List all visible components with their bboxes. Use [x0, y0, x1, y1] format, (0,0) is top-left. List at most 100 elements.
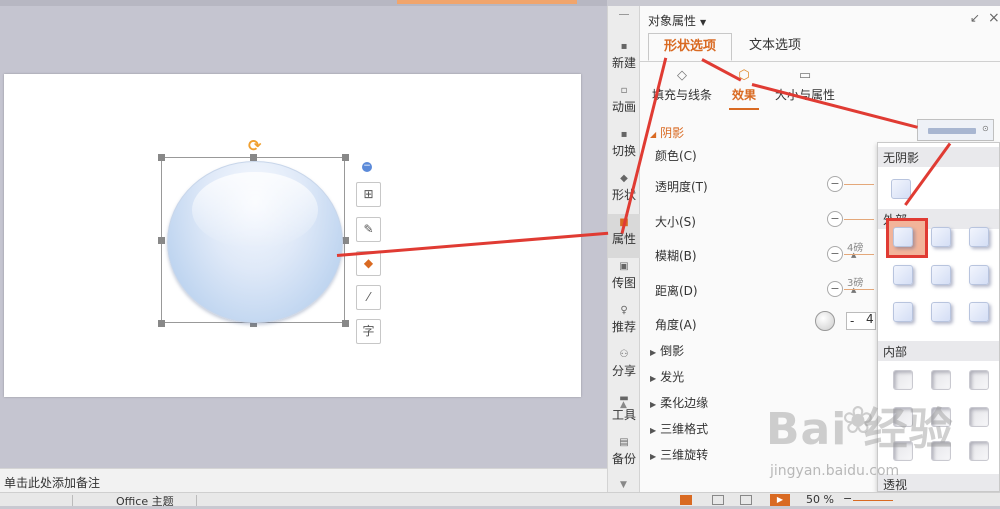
preset-outer-4[interactable]: [893, 265, 913, 285]
status-separator: [196, 495, 197, 506]
preset-outer-1[interactable]: [893, 227, 913, 247]
preset-outer-8[interactable]: [931, 302, 951, 322]
section-shadow[interactable]: ◢ 阴影: [650, 124, 684, 141]
size-minus-button[interactable]: −: [827, 211, 843, 227]
collapse-toolbar-icon[interactable]: −: [362, 162, 372, 172]
angle-dial[interactable]: [815, 311, 835, 331]
active-doc-tab-accent: [397, 0, 577, 4]
tab-shape-options[interactable]: 形状选项: [648, 33, 732, 61]
resize-handle-r[interactable]: [342, 237, 349, 244]
blur-minus-button[interactable]: −: [827, 246, 843, 262]
transition-icon: ▪: [620, 129, 628, 140]
rail-item-share[interactable]: ⚇ 分享: [608, 348, 640, 388]
tab-divider: [640, 61, 1000, 62]
zoom-slider[interactable]: [853, 500, 893, 501]
resize-handle-t[interactable]: [250, 154, 257, 161]
preset-inner-3[interactable]: [969, 370, 989, 390]
rail-scroll-down-icon[interactable]: ▼: [620, 480, 627, 490]
new-icon: ▪: [620, 41, 628, 52]
chevron-down-icon: ▼: [700, 18, 707, 27]
resize-handle-tl[interactable]: [158, 154, 165, 161]
normal-view-icon[interactable]: [680, 495, 692, 505]
section-3d-rotation[interactable]: ▶ 三维旋转: [650, 446, 708, 463]
rail-drag-handle: [619, 14, 629, 15]
ellipse-shape[interactable]: [167, 161, 343, 323]
task-pane-rail: ▪新建 ▫动画 ▪切换 ◆形状 ■属性 ▣传图 ♀推荐 ⚇分享 ▬工具 ▤备份 …: [607, 6, 640, 492]
close-icon[interactable]: ×: [988, 10, 1000, 26]
status-bar-right: ▶ 50 % −: [640, 492, 1000, 506]
rotate-handle-icon[interactable]: ⟳: [248, 136, 261, 155]
section-reflection[interactable]: ▶ 倒影: [650, 342, 684, 359]
shadow-preset-dropdown[interactable]: ⊙: [917, 119, 994, 141]
rail-item-backup[interactable]: ▤ 备份: [608, 436, 640, 476]
rail-item-image[interactable]: ▣ 传图: [608, 260, 640, 300]
triangle-right-icon: ▶: [650, 400, 657, 409]
resize-handle-tr[interactable]: [342, 154, 349, 161]
image-icon: ▣: [619, 261, 629, 272]
triangle-right-icon: ▶: [650, 452, 657, 461]
section-soft-edges[interactable]: ▶ 柔化边缘: [650, 394, 708, 411]
label-size: 大小(S): [655, 215, 696, 229]
theme-name[interactable]: Office 主题: [116, 493, 174, 509]
rail-item-transition[interactable]: ▪ 切换: [608, 128, 640, 168]
recommend-icon: ♀: [620, 305, 628, 316]
label-distance: 距离(D): [655, 284, 698, 298]
rail-item-new[interactable]: ▪ 新建: [608, 40, 640, 80]
preset-outer-6[interactable]: [969, 265, 989, 285]
preset-outer-2[interactable]: [931, 227, 951, 247]
label-blur: 模糊(B): [655, 249, 697, 263]
watermark-url: jingyan.baidu.com: [770, 463, 900, 479]
baidu-paw-logo-icon: ❀: [842, 398, 874, 442]
backup-icon: ▤: [619, 437, 629, 448]
text-style-icon[interactable]: 字: [356, 319, 381, 344]
slide[interactable]: ⟳ − ⊞ ✎ ◆ ⁄ 字: [4, 74, 581, 397]
preset-outer-7[interactable]: [893, 302, 913, 322]
preset-inner-9[interactable]: [969, 441, 989, 461]
rail-bottom: [607, 492, 640, 506]
notes-pane[interactable]: 单击此处添加备注: [0, 468, 607, 492]
resize-handle-l[interactable]: [158, 237, 165, 244]
preset-outer-3[interactable]: [969, 227, 989, 247]
rail-scroll-up-icon[interactable]: ▲: [620, 400, 627, 410]
outline-pen-icon[interactable]: ⁄: [356, 285, 381, 310]
group-inner: 内部: [878, 341, 999, 361]
share-icon: ⚇: [619, 349, 629, 360]
zoom-out-button[interactable]: −: [843, 492, 852, 505]
slide-sorter-icon[interactable]: [712, 495, 724, 505]
size-slider[interactable]: [844, 219, 874, 220]
resize-handle-bl[interactable]: [158, 320, 165, 327]
rail-item-animation[interactable]: ▫ 动画: [608, 84, 640, 124]
panel-title[interactable]: 对象属性 ▼: [648, 12, 706, 29]
pin-icon[interactable]: ↙: [970, 11, 980, 25]
preset-no-shadow[interactable]: [891, 179, 911, 199]
preset-outer-5[interactable]: [931, 265, 951, 285]
rail-item-toolbox[interactable]: ▬ 工具: [608, 392, 640, 432]
transparency-slider[interactable]: [844, 184, 874, 185]
slideshow-play-icon[interactable]: ▶: [770, 494, 790, 506]
subtab-active-underline: [729, 108, 759, 110]
reading-view-icon[interactable]: [740, 495, 752, 505]
rail-item-recommend[interactable]: ♀ 推荐: [608, 304, 640, 344]
edit-shape-icon[interactable]: ✎: [356, 217, 381, 242]
size-icon: ▭: [798, 68, 812, 83]
distance-minus-button[interactable]: −: [827, 281, 843, 297]
chevron-down-icon: ⊙: [982, 124, 989, 133]
blur-slider[interactable]: [844, 254, 874, 255]
layout-options-icon[interactable]: ⊞: [356, 182, 381, 207]
distance-slider-thumb-icon[interactable]: ▲: [851, 286, 856, 294]
section-3d-format[interactable]: ▶ 三维格式: [650, 420, 708, 437]
label-transparency: 透明度(T): [655, 180, 708, 194]
zoom-level[interactable]: 50 %: [806, 493, 834, 506]
transparency-minus-button[interactable]: −: [827, 176, 843, 192]
section-glow[interactable]: ▶ 发光: [650, 368, 684, 385]
preset-outer-9[interactable]: [969, 302, 989, 322]
distance-slider[interactable]: [844, 289, 874, 290]
preset-inner-6[interactable]: [969, 407, 989, 427]
label-angle: 角度(A): [655, 318, 697, 332]
tab-text-options[interactable]: 文本选项: [740, 33, 810, 61]
preset-inner-2[interactable]: [931, 370, 951, 390]
blur-slider-thumb-icon[interactable]: ▲: [851, 251, 856, 259]
triangle-right-icon: ▶: [650, 374, 657, 383]
resize-handle-br[interactable]: [342, 320, 349, 327]
preset-inner-1[interactable]: [893, 370, 913, 390]
